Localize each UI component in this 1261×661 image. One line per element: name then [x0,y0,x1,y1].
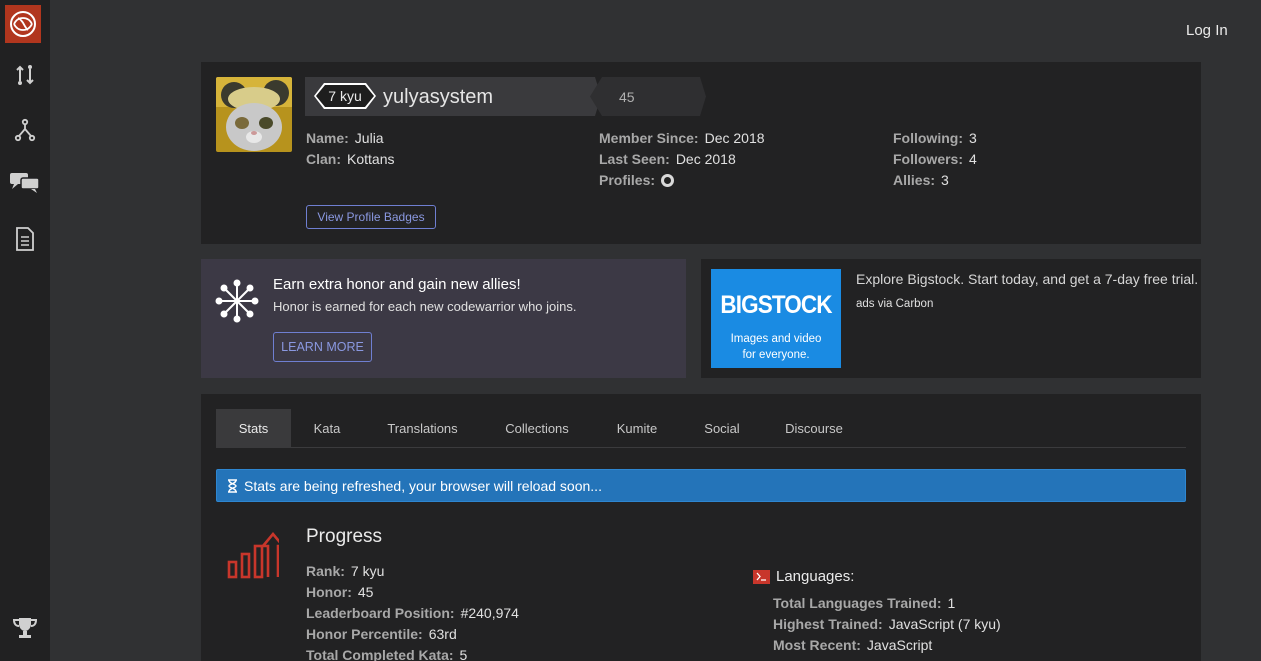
info-member-since: Member Since: Dec 2018 [599,130,765,146]
info-clan: Clan: Kottans [306,151,394,167]
info-followers-label: Followers: [893,151,964,167]
login-link[interactable]: Log In [1186,22,1228,39]
sidebar [0,0,50,661]
progress-completed-value: 5 [459,647,468,661]
info-allies[interactable]: Allies: 3 [893,172,949,188]
refresh-alert: Stats are being refreshed, your browser … [216,469,1186,502]
progress-leaderboard-value: #240,974 [460,605,519,621]
ad-tagline-1: Images and video [730,333,822,345]
honor-value: 45 [619,89,635,105]
view-profile-badges-button[interactable]: View Profile Badges [306,205,436,229]
progress-leaderboard-label: Leaderboard Position: [306,605,455,621]
network-icon [215,279,259,328]
username: yulyasystem [383,86,494,108]
ad-text[interactable]: Explore Bigstock. Start today, and get a… [856,271,1198,287]
avatar [216,77,292,152]
languages-title: Languages: [753,568,854,585]
carbon-ad: BIGSTOCK Images and video for everyone. … [701,259,1201,378]
progress-percentile-value: 63rd [428,626,457,642]
progress-rank-value: 7 kyu [350,563,385,579]
github-icon[interactable] [661,174,675,187]
referral-promo: Earn extra honor and gain new allies! Ho… [201,259,686,378]
info-followers-value: 4 [969,151,977,167]
refresh-alert-text: Stats are being refreshed, your browser … [244,477,602,494]
languages-highest: Highest Trained: JavaScript (7 kyu) [773,616,1001,632]
info-last-seen-value: Dec 2018 [675,151,736,167]
rank-username-bar: 7 kyu yulyasystem [305,77,601,116]
practice-icon[interactable] [7,57,43,93]
progress-rank-label: Rank: [306,563,345,579]
leaderboard-trophy-icon[interactable] [7,610,43,646]
info-member-since-label: Member Since: [599,130,699,146]
info-profiles: Profiles: [599,172,675,188]
ad-image[interactable]: BIGSTOCK Images and video for everyone. [711,269,841,368]
progress-completed: Total Completed Kata: 5 [306,647,467,661]
info-clan-value: Kottans [347,151,395,167]
languages-total-value: 1 [947,595,956,611]
info-followers[interactable]: Followers: 4 [893,151,977,167]
fork-icon[interactable] [7,112,43,148]
ad-tagline-2: for everyone. [742,349,810,361]
progress-title: Progress [306,526,383,547]
info-clan-label: Clan: [306,151,341,167]
progress-honor-label: Honor: [306,584,352,600]
progress-completed-label: Total Completed Kata: [306,647,454,661]
info-last-seen-label: Last Seen: [599,151,670,167]
info-following[interactable]: Following: 3 [893,130,977,146]
languages-total: Total Languages Trained: 1 [773,595,955,611]
languages-title-text: Languages: [776,568,855,585]
languages-recent-value: JavaScript [866,637,933,653]
discussions-icon[interactable] [7,164,43,200]
promo-subtitle: Honor is earned for each new codewarrior… [273,299,577,314]
languages-recent: Most Recent: JavaScript [773,637,932,653]
tab-translations[interactable]: Translations [374,409,471,448]
info-allies-value: 3 [941,172,949,188]
hourglass-icon [227,478,238,493]
codewars-logo-icon[interactable] [5,5,41,43]
tab-social[interactable]: Social [692,409,752,448]
progress-rank: Rank: 7 kyu [306,563,384,579]
info-allies-label: Allies: [893,172,936,188]
info-following-label: Following: [893,130,963,146]
info-name-value: Julia [354,130,384,146]
tab-stats[interactable]: Stats [216,409,291,448]
progress-percentile-label: Honor Percentile: [306,626,423,642]
terminal-icon [753,569,770,584]
progress-chart-icon [227,531,286,585]
progress-leaderboard: Leaderboard Position: #240,974 [306,605,519,621]
tab-kumite[interactable]: Kumite [604,409,670,448]
learn-more-button[interactable]: LEARN MORE [273,332,372,362]
progress-percentile: Honor Percentile: 63rd [306,626,457,642]
ad-logo: BIGSTOCK [720,291,832,319]
progress-honor-value: 45 [357,584,374,600]
rank-badge-label: 7 kyu [316,85,374,107]
profile-panel: 7 kyu yulyasystem 45 Name: Julia Clan: Kot… [201,62,1201,244]
info-last-seen: Last Seen: Dec 2018 [599,151,736,167]
info-name: Name: Julia [306,130,384,146]
languages-recent-label: Most Recent: [773,637,861,653]
ad-via[interactable]: ads via Carbon [856,298,933,310]
languages-highest-value: JavaScript (7 kyu) [888,616,1001,632]
honor-bar: 45 [590,77,706,116]
tab-collections[interactable]: Collections [491,409,583,448]
languages-highest-label: Highest Trained: [773,616,883,632]
info-following-value: 3 [968,130,977,146]
docs-icon[interactable] [7,221,43,257]
info-member-since-value: Dec 2018 [704,130,765,146]
tab-kata[interactable]: Kata [301,409,353,448]
rank-badge: 7 kyu [314,83,376,109]
profile-content: Stats Kata Translations Collections Kumi… [201,394,1201,661]
languages-total-label: Total Languages Trained: [773,595,942,611]
promo-title: Earn extra honor and gain new allies! [273,276,521,293]
info-name-label: Name: [306,130,349,146]
progress-honor: Honor: 45 [306,584,373,600]
tab-discourse[interactable]: Discourse [772,409,856,448]
profile-tabs: Stats Kata Translations Collections Kumi… [216,409,1186,448]
info-profiles-label: Profiles: [599,172,656,188]
